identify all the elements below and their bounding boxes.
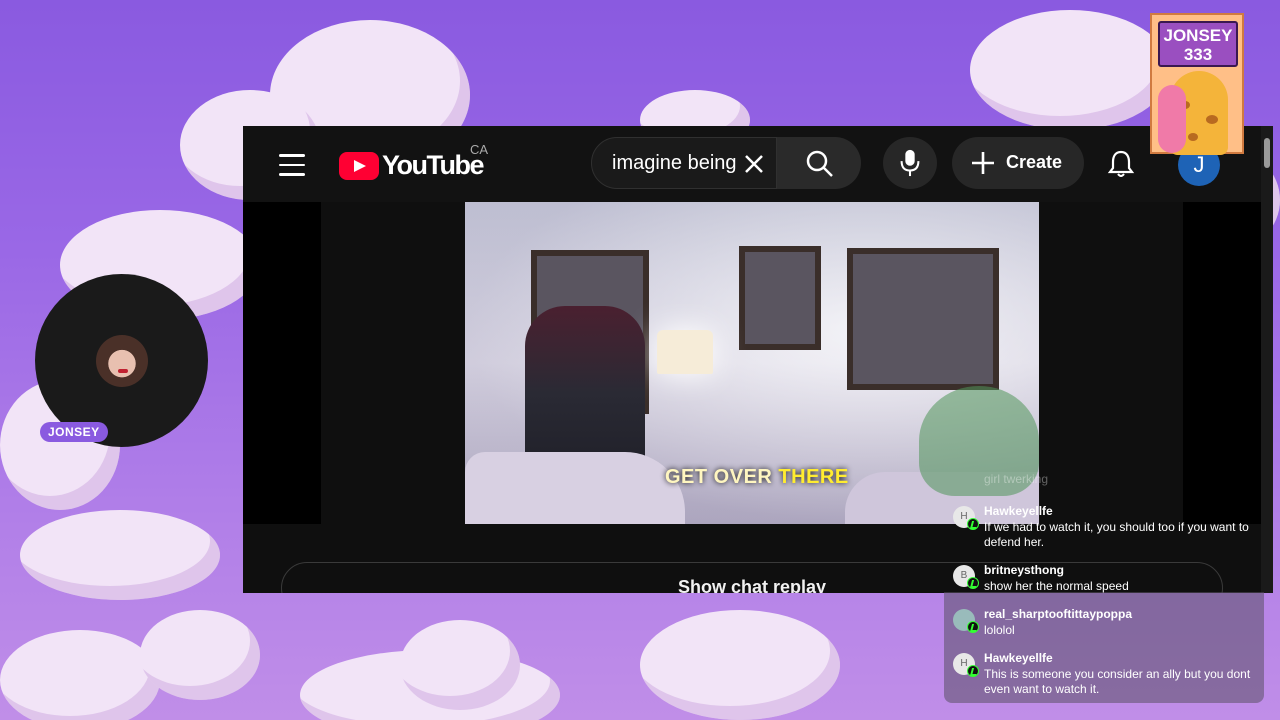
video-bed <box>465 452 685 524</box>
search-value[interactable]: imagine being <box>612 152 740 175</box>
search-button[interactable] <box>777 137 861 189</box>
youtube-logo[interactable]: YouTube <box>339 150 484 181</box>
kick-badge-icon <box>967 518 979 530</box>
search-icon <box>806 150 833 177</box>
chat-username: Hawkeyellfe <box>984 504 1053 518</box>
chat-username: britneysthong <box>984 563 1064 577</box>
kick-badge-icon <box>967 621 979 633</box>
webcam-face <box>96 335 148 387</box>
mic-icon <box>900 149 920 177</box>
clear-icon[interactable] <box>742 152 766 176</box>
chat-username: real_sharptooftittaypoppa <box>984 607 1133 621</box>
cloud-decoration <box>0 630 160 720</box>
sticker-line1: JONSEY <box>1163 26 1233 45</box>
chat-username: Hawkeyellfe <box>984 651 1053 665</box>
chat-text: show her the normal speed <box>984 579 1129 593</box>
scrollbar-thumb[interactable] <box>1264 138 1270 168</box>
sticker-line2: 333 <box>1183 45 1213 64</box>
caption-text: GET OVER <box>665 466 779 488</box>
kick-badge-icon <box>967 665 979 677</box>
sticker-sign: JONSEY 333 <box>1158 21 1238 67</box>
chat-text: lololol <box>984 623 1015 637</box>
country-code: CA <box>470 142 489 157</box>
youtube-logo-icon <box>339 151 379 180</box>
chat-text: This is someone you consider an ally but… <box>984 667 1251 696</box>
video-picture-frame <box>847 248 999 390</box>
voice-search-button[interactable] <box>883 137 937 189</box>
youtube-logo-text: YouTube <box>382 150 484 180</box>
create-label: Create <box>1006 152 1063 172</box>
video-side-panel <box>243 202 321 524</box>
menu-icon[interactable] <box>279 154 305 176</box>
giraffe-sticker: JONSEY 333 <box>1150 13 1244 155</box>
stream-chat-overlay: girl twerking H Hawkeyellfe If we had to… <box>944 470 1264 703</box>
video-lamp <box>657 330 713 374</box>
kick-badge-icon <box>967 577 979 589</box>
create-button[interactable]: Create <box>952 137 1084 189</box>
cloud-decoration <box>20 510 220 600</box>
caption-highlight: THERE <box>778 466 849 488</box>
plus-icon <box>972 152 994 174</box>
search-input[interactable]: imagine being <box>591 137 777 189</box>
cloud-decoration <box>140 610 260 700</box>
cloud-decoration <box>640 610 840 720</box>
chat-text: If we had to watch it, you should too if… <box>984 520 1249 549</box>
video-picture-frame <box>739 246 821 350</box>
cloud-decoration <box>970 10 1170 130</box>
cloud-decoration <box>400 620 520 710</box>
video-caption: GET OVER THERE <box>665 466 849 489</box>
chat-faded-message: girl twerking <box>984 472 1049 486</box>
streamer-name-tag: JONSEY <box>40 422 108 442</box>
bell-icon[interactable] <box>1106 149 1136 179</box>
giraffe-mane <box>1158 85 1186 153</box>
youtube-header: YouTube CA imagine being Create J <box>243 126 1273 202</box>
